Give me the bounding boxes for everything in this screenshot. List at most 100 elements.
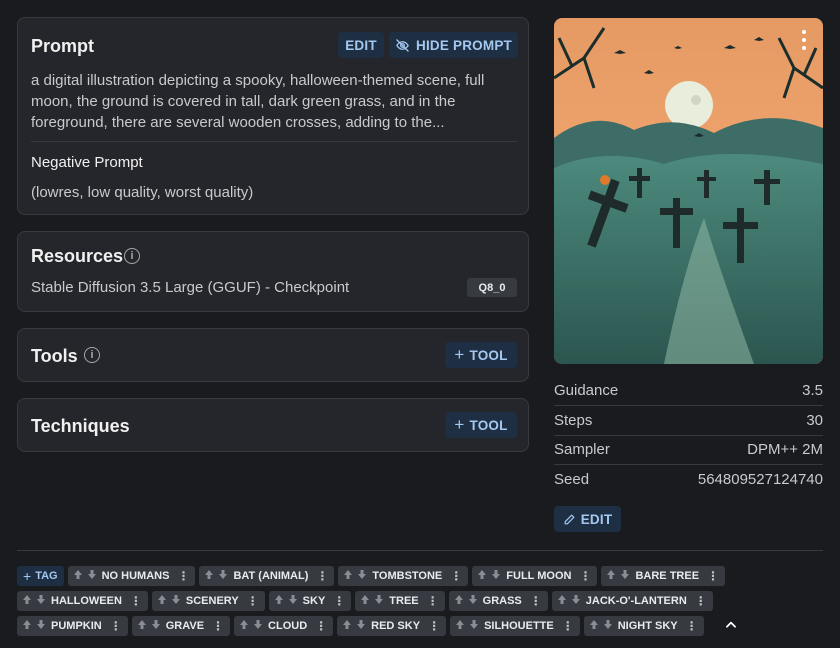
tag-chip[interactable]: RED SKY ⋮ xyxy=(337,616,447,636)
tag-menu-icon[interactable]: ⋮ xyxy=(420,619,446,633)
tag-chip[interactable]: SKY ⋮ xyxy=(268,591,352,611)
vote-arrows-icon[interactable] xyxy=(449,594,483,608)
vote-arrows-icon[interactable] xyxy=(17,619,51,633)
tag-label: SCENERY xyxy=(185,595,239,607)
vote-arrows-icon[interactable] xyxy=(199,569,233,583)
stat-row-steps: Steps 30 xyxy=(554,406,823,436)
tag-menu-icon[interactable]: ⋮ xyxy=(699,569,725,583)
tag-chip[interactable]: JACK-O'-LANTERN ⋮ xyxy=(551,591,713,611)
stat-label: Sampler xyxy=(554,441,610,458)
tag-chip[interactable]: SCENERY ⋮ xyxy=(151,591,265,611)
resource-badge: Q8_0 xyxy=(467,278,517,297)
vote-arrows-icon[interactable] xyxy=(584,619,618,633)
vote-arrows-icon[interactable] xyxy=(269,594,303,608)
prompt-card: Prompt EDIT HIDE PROMPT a digital illust… xyxy=(17,17,529,215)
stat-label: Seed xyxy=(554,471,590,488)
vote-arrows-icon[interactable] xyxy=(234,619,268,633)
tag-menu-icon[interactable]: ⋮ xyxy=(678,619,704,633)
eye-off-icon xyxy=(395,38,410,53)
tag-menu-icon[interactable]: ⋮ xyxy=(687,594,713,608)
tag-chip[interactable]: BAT (ANIMAL) ⋮ xyxy=(199,566,335,586)
tag-label: TOMBSTONE xyxy=(372,570,443,582)
tag-menu-icon[interactable]: ⋮ xyxy=(308,569,334,583)
collapse-tags-chevron-up-icon[interactable] xyxy=(724,618,738,632)
tag-chip[interactable]: HALLOWEEN ⋮ xyxy=(17,591,148,611)
tag-chip[interactable]: GRAVE ⋮ xyxy=(131,616,231,636)
tag-chip[interactable]: SILHOUETTE ⋮ xyxy=(450,616,580,636)
stat-value: 30 xyxy=(806,412,823,429)
tag-menu-icon[interactable]: ⋮ xyxy=(571,569,597,583)
techniques-card: Techniques + TOOL xyxy=(17,398,529,452)
tag-label: TREE xyxy=(389,595,419,607)
edit-generation-button[interactable]: EDIT xyxy=(554,506,621,532)
pencil-icon xyxy=(563,513,576,526)
edit-prompt-label: EDIT xyxy=(345,37,377,53)
plus-icon: + xyxy=(454,415,465,434)
tag-label: RED SKY xyxy=(371,620,421,632)
resources-card: Resources i Stable Diffusion 3.5 Large (… xyxy=(17,231,529,312)
tag-chip[interactable]: GRASS ⋮ xyxy=(448,591,548,611)
tag-chip[interactable]: NIGHT SKY ⋮ xyxy=(583,616,704,636)
tag-label: BARE TREE xyxy=(635,570,700,582)
tag-chip[interactable]: CLOUD ⋮ xyxy=(234,616,334,636)
tag-chip[interactable]: FULL MOON ⋮ xyxy=(472,566,598,586)
vote-arrows-icon[interactable] xyxy=(450,619,484,633)
info-icon[interactable]: i xyxy=(84,347,100,363)
tag-menu-icon[interactable]: ⋮ xyxy=(419,594,445,608)
add-technique-label: TOOL xyxy=(469,417,508,433)
tag-chip[interactable]: PUMPKIN ⋮ xyxy=(17,616,128,636)
hide-prompt-button[interactable]: HIDE PROMPT xyxy=(389,32,518,58)
vote-arrows-icon[interactable] xyxy=(472,569,506,583)
info-icon[interactable]: i xyxy=(124,248,140,264)
tag-chip[interactable]: TREE ⋮ xyxy=(355,591,445,611)
prompt-divider xyxy=(31,141,517,142)
tag-menu-icon[interactable]: ⋮ xyxy=(102,619,128,633)
tag-label: GRASS xyxy=(482,595,522,607)
resources-title: Resources xyxy=(31,246,124,266)
tag-menu-icon[interactable]: ⋮ xyxy=(204,619,230,633)
tag-label: CLOUD xyxy=(268,620,308,632)
add-tag-button[interactable]: + TAG xyxy=(17,566,64,586)
add-tool-button[interactable]: + TOOL xyxy=(445,342,517,368)
add-technique-button[interactable]: + TOOL xyxy=(445,412,517,438)
section-divider xyxy=(17,550,823,551)
vote-arrows-icon[interactable] xyxy=(355,594,389,608)
tag-label: GRAVE xyxy=(165,620,205,632)
stat-row-guidance: Guidance 3.5 xyxy=(554,376,823,406)
vote-arrows-icon[interactable] xyxy=(552,594,586,608)
add-tag-label: TAG xyxy=(35,570,58,582)
hide-prompt-label: HIDE PROMPT xyxy=(416,37,512,53)
vote-arrows-icon[interactable] xyxy=(152,594,186,608)
vote-arrows-icon[interactable] xyxy=(337,619,371,633)
tag-menu-icon[interactable]: ⋮ xyxy=(442,569,468,583)
tag-chip[interactable]: NO HUMANS ⋮ xyxy=(67,566,196,586)
edit-prompt-button[interactable]: EDIT xyxy=(338,32,384,58)
vote-arrows-icon[interactable] xyxy=(132,619,166,633)
tag-menu-icon[interactable]: ⋮ xyxy=(122,594,148,608)
tag-menu-icon[interactable]: ⋮ xyxy=(307,619,333,633)
tag-menu-icon[interactable]: ⋮ xyxy=(522,594,548,608)
tag-list: + TAG NO HUMANS ⋮ BAT (ANIMAL) ⋮ TOMBSTONE ⋮ F… xyxy=(17,566,777,636)
vote-arrows-icon[interactable] xyxy=(601,569,635,583)
stat-label: Guidance xyxy=(554,382,619,399)
stat-value: 3.5 xyxy=(802,382,823,399)
stat-label: Steps xyxy=(554,412,593,429)
tag-menu-icon[interactable]: ⋮ xyxy=(325,594,351,608)
plus-icon: + xyxy=(454,345,465,364)
resource-name[interactable]: Stable Diffusion 3.5 Large (GGUF) - Chec… xyxy=(31,279,349,296)
halloween-scene-illustration xyxy=(554,18,823,364)
generated-image[interactable] xyxy=(554,18,823,364)
tag-label: BAT (ANIMAL) xyxy=(233,570,309,582)
vote-arrows-icon[interactable] xyxy=(17,594,51,608)
tag-menu-icon[interactable]: ⋮ xyxy=(239,594,265,608)
tag-chip[interactable]: BARE TREE ⋮ xyxy=(601,566,726,586)
vote-arrows-icon[interactable] xyxy=(68,569,102,583)
stat-row-seed: Seed 564809527124740 xyxy=(554,465,823,494)
prompt-title: Prompt xyxy=(31,36,94,56)
kebab-menu-icon[interactable] xyxy=(801,30,807,50)
tag-chip[interactable]: TOMBSTONE ⋮ xyxy=(338,566,469,586)
tag-menu-icon[interactable]: ⋮ xyxy=(554,619,580,633)
vote-arrows-icon[interactable] xyxy=(338,569,372,583)
tools-card: Tools i + TOOL xyxy=(17,328,529,382)
tag-menu-icon[interactable]: ⋮ xyxy=(169,569,195,583)
